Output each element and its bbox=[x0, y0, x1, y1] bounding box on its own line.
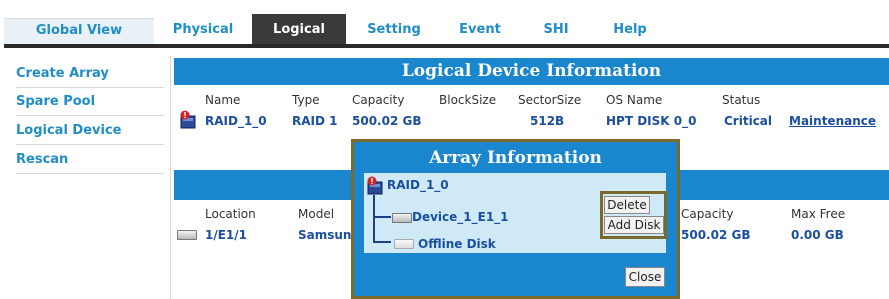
col-max-free: Max Free bbox=[791, 207, 846, 221]
col-type: Type bbox=[292, 93, 320, 107]
array-information-dialog: Array Information RAID_1_0 Device_1_E1_1… bbox=[351, 139, 680, 299]
col-model: Model bbox=[298, 207, 335, 221]
tree-line bbox=[373, 241, 391, 243]
tree-line bbox=[373, 216, 391, 218]
col-capacity: Capacity bbox=[352, 93, 405, 107]
disk-max-free: 0.00 GB bbox=[791, 228, 844, 242]
sidebar-item-spare-pool[interactable]: Spare Pool bbox=[16, 89, 164, 116]
col-name: Name bbox=[205, 93, 241, 107]
col-sectorsize: SectorSize bbox=[518, 93, 582, 107]
array-warning-icon bbox=[180, 110, 196, 129]
array-os-name: HPT DISK 0_0 bbox=[606, 114, 697, 128]
disk-capacity: 500.02 GB bbox=[681, 228, 751, 242]
add-disk-button[interactable]: Add Disk bbox=[604, 216, 664, 234]
tab-shi[interactable]: SHI bbox=[530, 18, 582, 44]
offline-disk-icon bbox=[394, 239, 414, 249]
disk-icon bbox=[392, 213, 412, 223]
tree-device[interactable]: Device_1_E1_1 bbox=[412, 210, 509, 224]
disk-location[interactable]: 1/E1/1 bbox=[205, 228, 247, 242]
delete-button[interactable]: Delete bbox=[604, 196, 650, 214]
array-warning-icon bbox=[367, 176, 383, 195]
sidebar-divider bbox=[170, 56, 171, 299]
tab-logical[interactable]: Logical bbox=[252, 14, 346, 46]
sidebar-item-rescan[interactable]: Rescan bbox=[16, 147, 164, 174]
col-blocksize: BlockSize bbox=[439, 93, 497, 107]
close-button[interactable]: Close bbox=[625, 267, 665, 287]
array-capacity: 500.02 GB bbox=[352, 114, 422, 128]
tab-physical[interactable]: Physical bbox=[160, 18, 246, 44]
disk-model: Samsun bbox=[298, 228, 352, 242]
disk-icon bbox=[177, 230, 197, 240]
col-phys-capacity: Capacity bbox=[681, 207, 734, 221]
nav-underline bbox=[4, 44, 889, 48]
tree-line bbox=[373, 195, 375, 243]
logical-device-header: Logical Device Information bbox=[174, 58, 889, 85]
tab-help[interactable]: Help bbox=[600, 18, 660, 44]
tab-event[interactable]: Event bbox=[450, 18, 510, 44]
sidebar-item-logical-device[interactable]: Logical Device bbox=[16, 118, 164, 145]
dialog-title: Array Information bbox=[429, 148, 602, 168]
array-name[interactable]: RAID_1_0 bbox=[205, 114, 267, 128]
array-sectorsize: 512B bbox=[530, 114, 565, 128]
top-nav: Global View Physical Logical Setting Eve… bbox=[0, 0, 889, 48]
col-status: Status bbox=[722, 93, 761, 107]
maintenance-link[interactable]: Maintenance bbox=[789, 114, 876, 128]
tree-array-name[interactable]: RAID_1_0 bbox=[387, 178, 449, 192]
sidebar-item-create-array[interactable]: Create Array bbox=[16, 61, 164, 88]
tree-offline-disk[interactable]: Offline Disk bbox=[418, 237, 496, 251]
array-type: RAID 1 bbox=[292, 114, 338, 128]
col-os-name: OS Name bbox=[606, 93, 663, 107]
tab-setting[interactable]: Setting bbox=[354, 18, 434, 44]
col-location: Location bbox=[205, 207, 256, 221]
status-badge: Critical bbox=[724, 114, 773, 128]
tab-global-view[interactable]: Global View bbox=[4, 18, 154, 45]
